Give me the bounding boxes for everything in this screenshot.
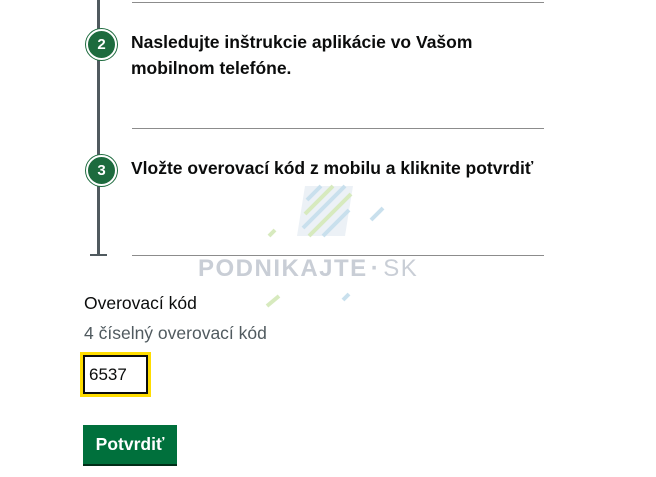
step-number-badge: 2 xyxy=(86,29,117,60)
step-divider xyxy=(132,128,544,129)
step-divider xyxy=(132,255,544,256)
code-field-label: Overovací kód xyxy=(84,293,197,313)
watermark-separator: · xyxy=(370,255,381,282)
step-instruction-text: Vložte overovací kód z mobilu a kliknite… xyxy=(131,158,534,178)
watermark-suffix: SK xyxy=(383,255,419,282)
watermark: PODNIKAJTE · SK xyxy=(195,178,465,308)
watermark-logo-icon xyxy=(265,184,385,308)
step-instruction-text: Nasledujte inštrukcie aplikácie vo Vašom… xyxy=(131,32,473,78)
watermark-wordmark: PODNIKAJTE · SK xyxy=(198,255,418,283)
confirm-button[interactable]: Potvrdiť xyxy=(83,425,177,464)
step-number-badge: 3 xyxy=(86,155,117,186)
code-input-focus-ring xyxy=(80,352,151,397)
verification-code-input[interactable] xyxy=(83,355,148,394)
watermark-name: PODNIKAJTE xyxy=(198,255,368,282)
code-field-hint: 4 číselný overovací kód xyxy=(84,323,267,343)
timeline-end-cap xyxy=(90,254,107,256)
step-divider xyxy=(132,2,544,3)
